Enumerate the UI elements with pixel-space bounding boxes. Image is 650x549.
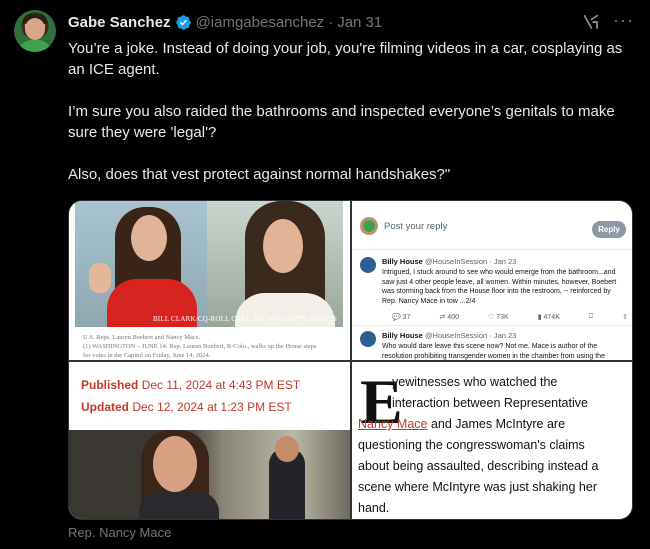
reply-header: Billy House @HouseInSession · Jan 23 xyxy=(382,257,516,266)
author-handle[interactable]: @iamgabesanchez xyxy=(196,14,325,31)
tweet-paragraph-1: You’re a joke. Instead of doing your job… xyxy=(68,40,623,78)
article-text: yewitnesses who watched the interaction … xyxy=(358,372,626,519)
retweet-count: ⇄ 400 xyxy=(439,314,459,321)
reply-author: Billy House xyxy=(382,331,423,340)
author-name[interactable]: Gabe Sanchez xyxy=(68,14,171,31)
article-line: hand. xyxy=(358,501,390,515)
header-separator: · xyxy=(328,13,334,31)
reply-text: Intrigued, I stuck around to see who wou… xyxy=(382,269,617,305)
published-value: Dec 11, 2024 at 4:43 PM EST xyxy=(141,378,301,392)
caption-line-1: U.S. Reps. Lauren Boebert and Nancy Mace… xyxy=(83,334,201,341)
reply-button: Reply xyxy=(592,221,626,238)
media-caption: Rep. Nancy Mace xyxy=(68,525,172,540)
author-avatar[interactable] xyxy=(14,10,56,52)
reply-placeholder: Post your reply xyxy=(384,220,448,232)
reply-header: Billy House @HouseInSession · Jan 23 xyxy=(382,331,516,340)
avatar xyxy=(360,257,376,273)
media-grid: BILL CLARK/CQ-ROLL CALL, INC VIA GETTY I… xyxy=(68,200,633,520)
tweet-date[interactable]: Jan 31 xyxy=(337,14,382,31)
reply-author: Billy House xyxy=(382,257,423,266)
reply-actions: 💬 37 ⇄ 400 ♡ 73K ▮ 474K ⎕ ⇪ xyxy=(392,313,628,321)
bookmark-icon: ⎕ xyxy=(588,313,594,320)
photo-caption: U.S. Reps. Lauren Boebert and Nancy Mace… xyxy=(83,333,343,360)
article-line: questioning the congresswoman's claims xyxy=(358,438,585,452)
verified-badge-icon xyxy=(175,14,191,30)
comment-count: 💬 37 xyxy=(392,314,411,321)
caption-line-3: for votes in the Capitol on Friday, June… xyxy=(83,352,211,359)
article-line: yewitnesses who watched the xyxy=(392,375,558,389)
media-image-2[interactable]: Post your reply Reply Billy House @House… xyxy=(352,201,632,360)
reply-text: Who would dare leave this scene now? Not… xyxy=(382,343,605,360)
photo-credit: BILL CLARK/CQ-ROLL CALL, INC VIA GETTY I… xyxy=(152,315,337,323)
nancy-mace-link: Nancy Mace xyxy=(358,417,428,431)
reply-handle-date: @HouseInSession · Jan 23 xyxy=(424,331,517,340)
like-count: ♡ 73K xyxy=(488,314,509,321)
tweet-header: Gabe Sanchez @iamgabesanchez · Jan 31 xyxy=(68,12,382,32)
article-line: Nancy Mace and James McIntyre are xyxy=(358,417,566,431)
boebert-mace-photo: BILL CLARK/CQ-ROLL CALL, INC VIA GETTY I… xyxy=(75,201,343,327)
published-line: Published Dec 11, 2024 at 4:43 PM EST xyxy=(81,378,300,392)
updated-value: Dec 12, 2024 at 1:23 PM EST xyxy=(132,400,292,414)
article-line: scene where McIntyre was just shaking he… xyxy=(358,480,597,494)
divider xyxy=(352,249,632,250)
avatar xyxy=(360,217,378,235)
published-label: Published xyxy=(81,378,139,392)
media-image-3[interactable]: Published Dec 11, 2024 at 4:43 PM EST Up… xyxy=(69,362,350,519)
article-line: interaction between Representative xyxy=(392,396,588,410)
caption-line-2: (1) WASHINGTON – JUNE 14: Rep. Lauren Bo… xyxy=(83,343,317,350)
media-image-4[interactable]: E yewitnesses who watched the interactio… xyxy=(352,362,632,519)
divider xyxy=(352,325,632,326)
tweet-paragraph-3: Also, does that vest protect against nor… xyxy=(68,166,451,183)
media-image-1[interactable]: BILL CLARK/CQ-ROLL CALL, INC VIA GETTY I… xyxy=(69,201,350,360)
updated-label: Updated xyxy=(81,400,129,414)
article-line: about being assaulted, describing instea… xyxy=(358,459,599,473)
tweet-text: You’re a joke. Instead of doing your job… xyxy=(68,38,633,206)
reply-composer: Post your reply xyxy=(360,217,447,235)
view-count: ▮ 474K xyxy=(537,314,560,321)
more-icon[interactable]: ··· xyxy=(613,11,634,29)
reply-handle-date: @HouseInSession · Jan 23 xyxy=(424,257,517,266)
grok-icon[interactable] xyxy=(582,13,600,31)
updated-line: Updated Dec 12, 2024 at 1:23 PM EST xyxy=(81,400,292,414)
avatar xyxy=(360,331,376,347)
mace-hallway-photo xyxy=(69,430,350,519)
tweet-paragraph-2: I’m sure you also raided the bathrooms a… xyxy=(68,103,615,141)
share-icon: ⇪ xyxy=(622,314,628,321)
